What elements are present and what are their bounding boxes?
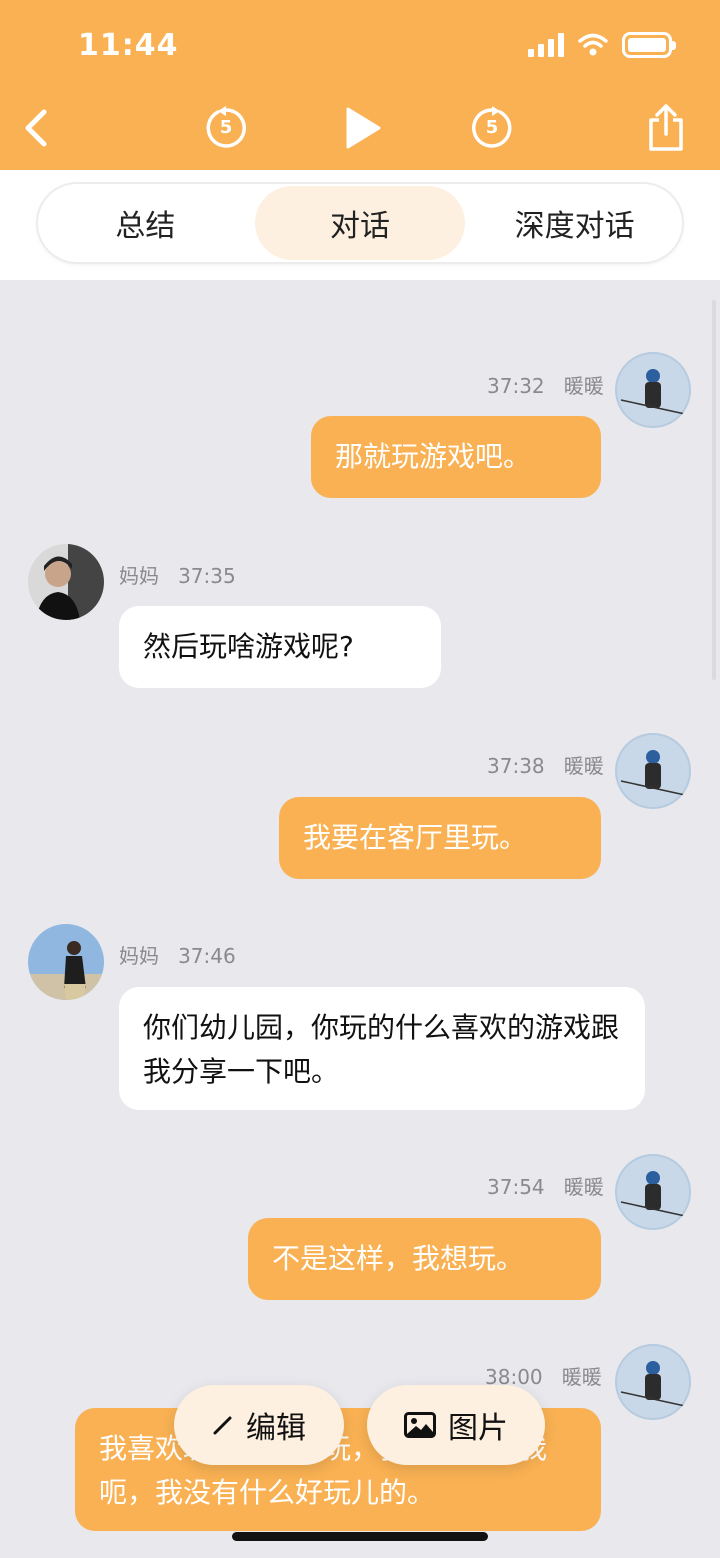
edit-button[interactable]: 编辑: [174, 1385, 344, 1465]
message-meta: 37:54 暖暖: [487, 1171, 604, 1200]
rewind-5-button[interactable]: 5: [198, 100, 254, 156]
message-sender: 暖暖: [563, 374, 604, 398]
image-label: 图片: [448, 1411, 508, 1446]
forward-seconds: 5: [485, 117, 499, 138]
message-time: 37:32: [487, 374, 545, 398]
message-bubble[interactable]: 你们幼儿园，你玩的什么喜欢的游戏跟我分享一下吧。: [119, 987, 645, 1110]
forward-5-button[interactable]: 5: [464, 100, 520, 156]
avatar-child[interactable]: [615, 1344, 691, 1420]
status-icons: [528, 32, 676, 58]
message-time: 37:38: [487, 754, 545, 778]
avatar-child[interactable]: [615, 733, 691, 809]
message-sender: 暖暖: [563, 1175, 604, 1199]
message-time: 37:35: [178, 564, 236, 588]
message-time: 37:54: [487, 1175, 545, 1199]
message-bubble[interactable]: 我要在客厅里玩。: [279, 797, 601, 879]
avatar-photo: [615, 352, 691, 428]
rewind-seconds: 5: [219, 117, 233, 138]
message-meta: 37:38 暖暖: [487, 750, 604, 779]
message-sender: 暖暖: [561, 1365, 602, 1389]
avatar-photo: [615, 733, 691, 809]
share-icon: [649, 104, 683, 151]
tab-summary[interactable]: 总结: [40, 186, 251, 260]
message-sender: 暖暖: [563, 754, 604, 778]
message-meta: 妈妈 37:46: [119, 940, 236, 969]
avatar-photo: [28, 924, 104, 1000]
message-bubble[interactable]: 不是这样，我想玩。: [248, 1218, 601, 1300]
tab-deep-dialogue[interactable]: 深度对话: [469, 186, 680, 260]
status-time: 11:44: [78, 28, 179, 63]
home-indicator[interactable]: [232, 1532, 488, 1541]
avatar-photo: [615, 1344, 691, 1420]
message-sender: 妈妈: [119, 564, 159, 588]
app-header: 11:44 5 5: [0, 0, 720, 170]
image-icon: [404, 1412, 436, 1438]
back-button[interactable]: [8, 100, 64, 156]
avatar-photo: [28, 544, 104, 620]
edit-label: 编辑: [246, 1411, 306, 1446]
segmented-tabs: 总结 对话 深度对话: [38, 184, 682, 262]
avatar-child[interactable]: [615, 352, 691, 428]
message-time: 37:46: [178, 944, 236, 968]
image-button[interactable]: 图片: [367, 1385, 545, 1465]
play-button[interactable]: [334, 100, 390, 156]
message-bubble[interactable]: 然后玩啥游戏呢?: [119, 606, 441, 688]
battery-icon: [622, 32, 676, 58]
message-sender: 妈妈: [119, 944, 159, 968]
message-meta: 37:32 暖暖: [487, 370, 604, 399]
tab-dialogue[interactable]: 对话: [254, 186, 466, 260]
tabs-bar: 总结 对话 深度对话: [0, 170, 720, 280]
play-icon: [346, 107, 381, 149]
signal-icon: [528, 33, 564, 57]
message-meta: 妈妈 37:35: [119, 560, 236, 589]
share-button[interactable]: [638, 100, 694, 156]
avatar-photo: [615, 1154, 691, 1230]
avatar-child[interactable]: [615, 1154, 691, 1230]
chevron-left-icon: [25, 109, 47, 147]
pencil-icon: [213, 1416, 232, 1435]
message-bubble[interactable]: 那就玩游戏吧。: [311, 416, 601, 498]
avatar-mom[interactable]: [28, 544, 104, 620]
avatar-mom[interactable]: [28, 924, 104, 1000]
wifi-icon: [578, 33, 608, 56]
scrollbar[interactable]: [712, 300, 716, 680]
